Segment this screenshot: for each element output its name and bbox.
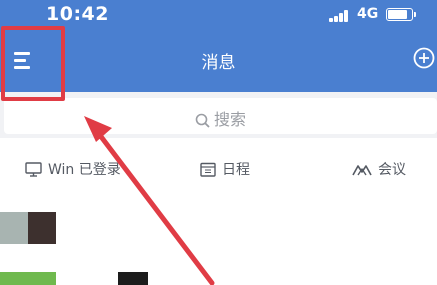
add-button[interactable] [413,47,435,69]
quick-item-meeting[interactable]: 会议 [352,159,406,181]
nav-bar: 消息 [0,30,437,92]
avatar[interactable] [0,272,56,285]
search-input[interactable]: 搜索 [4,98,437,134]
message-list [0,200,437,285]
search-placeholder-wrap: 搜索 [4,106,437,130]
signal-icon [329,10,353,22]
page-title: 消息 [201,53,236,73]
avatar[interactable] [0,212,28,244]
battery-tip [414,12,416,17]
add-circle-icon [413,47,435,69]
status-bar: 10:42 4G [0,0,437,30]
highlight-box [1,26,65,101]
quick-item-label: 会议 [378,162,406,178]
quick-item-calendar[interactable]: 日程 [200,159,250,181]
search-placeholder: 搜索 [213,110,246,129]
avatar[interactable] [28,212,56,244]
quick-item-label: Win 已登录 [48,162,121,178]
meeting-icon [352,165,372,176]
avatar[interactable] [118,272,148,285]
battery-icon [386,8,413,21]
calendar-icon [200,162,216,177]
quick-item-label: 日程 [222,162,250,178]
search-icon [195,113,210,128]
quick-item-win-login[interactable]: Win 已登录 [25,159,121,181]
quick-access-bar: Win 已登录 日程 会议 [0,145,437,193]
app-header: 10:42 4G 消息 [0,0,437,92]
status-time: 10:42 [46,3,109,25]
search-area: 搜索 [0,92,437,138]
monitor-icon [25,162,42,177]
network-label: 4G [357,6,379,22]
